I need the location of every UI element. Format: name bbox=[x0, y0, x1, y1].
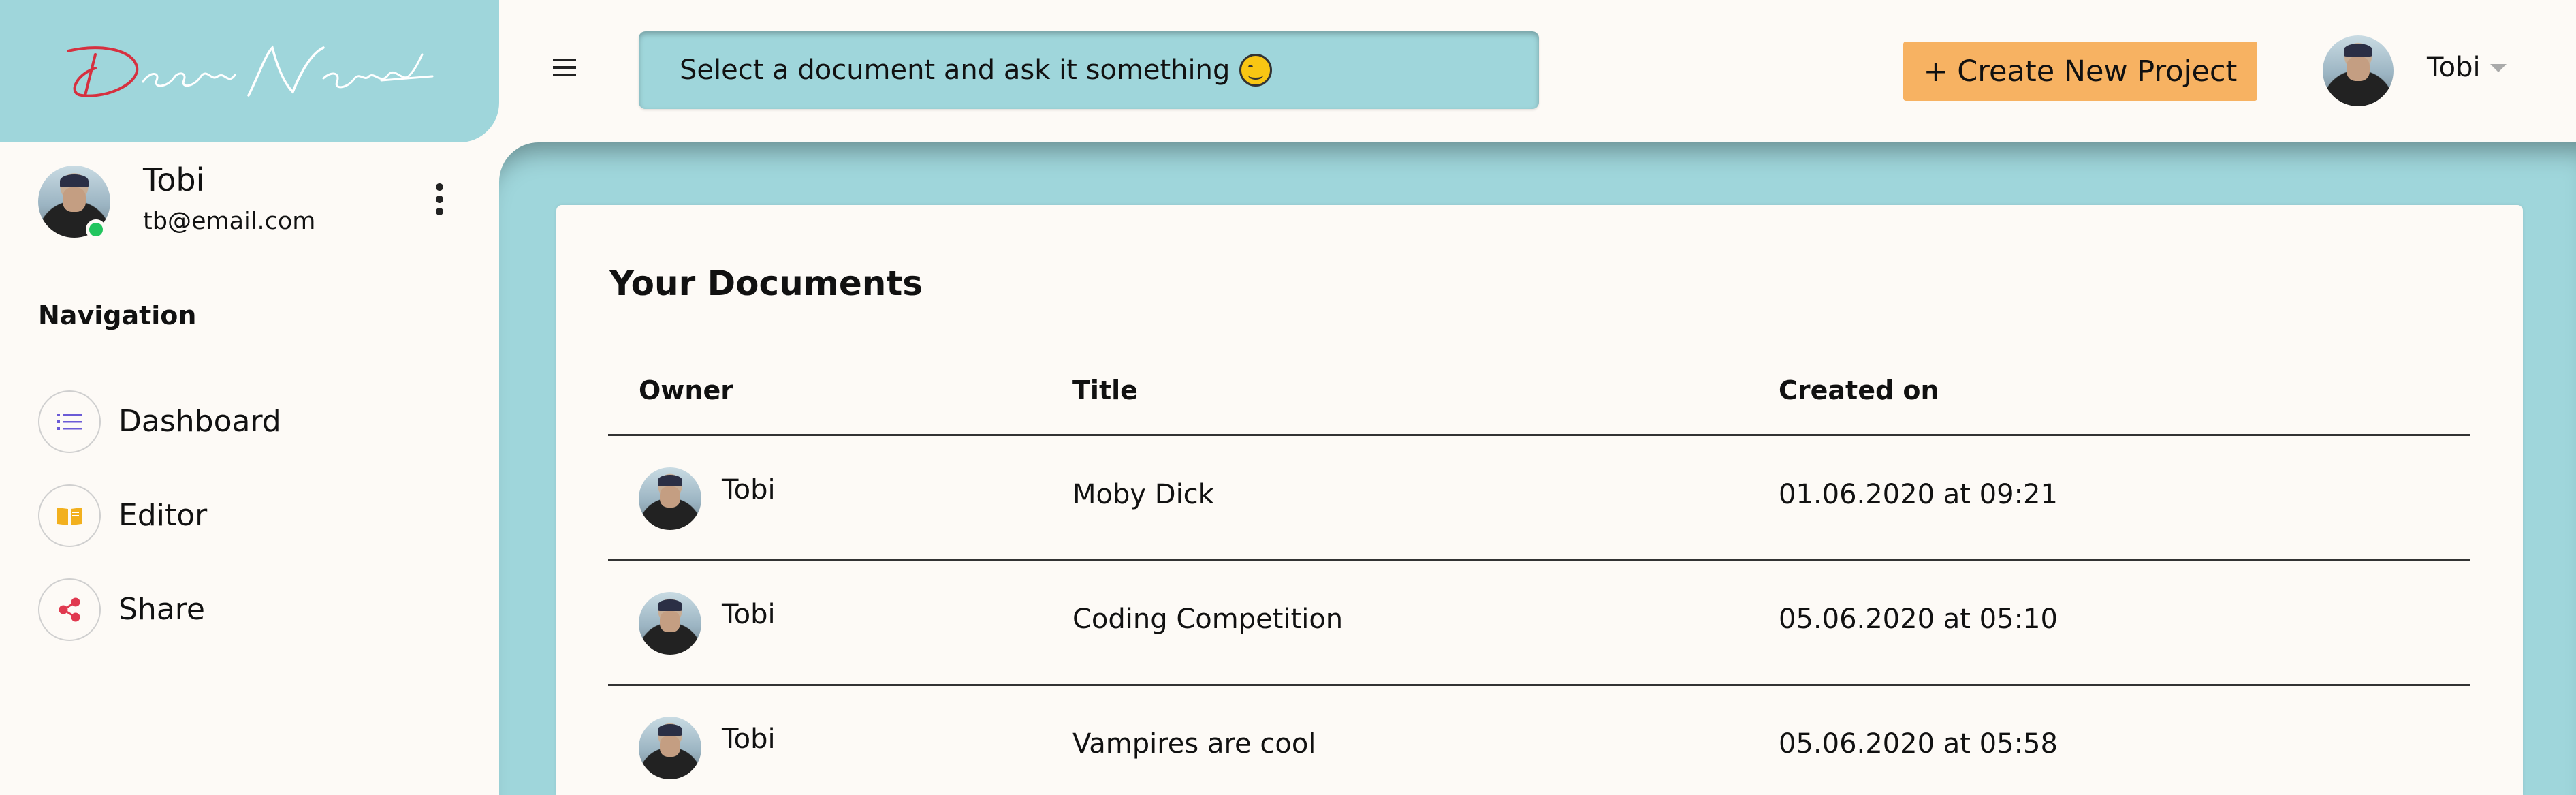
sidebar-item-label: Editor bbox=[118, 498, 208, 533]
column-header-created[interactable]: Created on bbox=[1779, 375, 1939, 405]
sidebar-item-share[interactable]: Share bbox=[38, 578, 379, 641]
sidebar: Tobi tb@email.com Navigation Dashboard E… bbox=[0, 142, 499, 795]
list-icon bbox=[38, 390, 101, 453]
created-cell: 01.06.2020 at 09:21 bbox=[1779, 479, 2058, 510]
table-row[interactable]: Tobi Moby Dick 01.06.2020 at 09:21 bbox=[608, 436, 2470, 561]
documents-card: Your Documents Owner Title Created on To… bbox=[556, 205, 2523, 795]
sidebar-item-label: Share bbox=[118, 592, 205, 627]
deepnovel-logo[interactable] bbox=[54, 34, 436, 109]
brand-header bbox=[0, 0, 499, 142]
sidebar-item-label: Dashboard bbox=[118, 404, 281, 439]
app-root: Tobi tb@email.com Navigation Dashboard E… bbox=[0, 0, 2576, 795]
online-status-dot bbox=[86, 219, 106, 240]
table-row[interactable]: Tobi Vampires are cool 05.06.2020 at 05:… bbox=[608, 685, 2470, 795]
avatar[interactable] bbox=[2323, 35, 2394, 106]
sidebar-user-email: tb@email.com bbox=[143, 208, 316, 235]
column-header-owner[interactable]: Owner bbox=[639, 375, 733, 405]
sidebar-user-name: Tobi bbox=[143, 161, 205, 198]
sidebar-item-dashboard[interactable]: Dashboard bbox=[38, 390, 379, 453]
nav-title: Navigation bbox=[38, 300, 197, 330]
book-icon bbox=[38, 484, 101, 547]
search-prompt-text: Select a document and ask it something bbox=[680, 54, 1230, 86]
avatar bbox=[639, 592, 701, 655]
title-cell: Coding Competition bbox=[1072, 604, 1343, 635]
menu-icon[interactable] bbox=[553, 59, 576, 78]
page-title: Your Documents bbox=[609, 264, 923, 303]
share-icon bbox=[38, 578, 101, 641]
avatar bbox=[639, 717, 701, 779]
owner-cell: Tobi bbox=[722, 599, 776, 630]
avatar bbox=[639, 467, 701, 530]
create-new-project-button[interactable]: + Create New Project bbox=[1903, 42, 2257, 101]
sidebar-item-editor[interactable]: Editor bbox=[38, 484, 379, 547]
table-row[interactable]: Tobi Coding Competition 05.06.2020 at 05… bbox=[608, 561, 2470, 685]
owner-cell: Tobi bbox=[722, 474, 776, 505]
user-menu[interactable]: Tobi bbox=[2427, 52, 2481, 83]
created-cell: 05.06.2020 at 05:10 bbox=[1779, 604, 2058, 635]
chevron-down-icon[interactable] bbox=[2490, 64, 2507, 72]
owner-cell: Tobi bbox=[722, 723, 776, 755]
title-cell: Moby Dick bbox=[1072, 479, 1214, 510]
search-input[interactable]: Select a document and ask it something bbox=[639, 31, 1539, 109]
more-options-icon[interactable] bbox=[429, 183, 449, 224]
title-cell: Vampires are cool bbox=[1072, 728, 1316, 760]
column-header-title[interactable]: Title bbox=[1072, 375, 1138, 405]
smiley-emoji-icon bbox=[1239, 54, 1273, 87]
created-cell: 05.06.2020 at 05:58 bbox=[1779, 728, 2058, 760]
